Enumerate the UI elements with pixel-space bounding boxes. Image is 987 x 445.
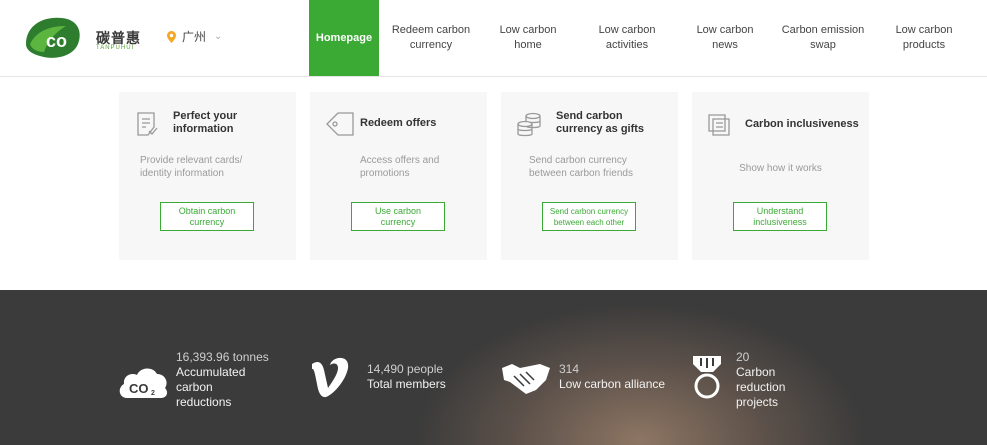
card-title: Redeem offers [360, 117, 437, 129]
card-title: Carbon inclusiveness [745, 118, 859, 130]
nav-low-carbon-news[interactable]: Low carbon news [684, 0, 766, 76]
card-description: Access offers and promotions [360, 155, 440, 179]
document-icon [708, 114, 730, 136]
stat-number: 20 [736, 350, 750, 364]
card-send-carbon-currency: Send carbon currency as gifts Send carbo… [501, 92, 678, 260]
stat-label: Carbon reduction projects [736, 365, 786, 409]
location-selector[interactable]: 广州 ⌄ [167, 28, 222, 45]
stat-label: Accumulated carbon reductions [176, 365, 246, 409]
card-description: Show how it works [739, 163, 822, 174]
nav-low-carbon-home[interactable]: Low carbon home [487, 0, 569, 76]
nav-low-carbon-activities[interactable]: Low carbon activities [584, 0, 670, 76]
card-carbon-inclusiveness: Carbon inclusiveness Show how it works U… [692, 92, 869, 260]
card-redeem-offers: Redeem offers Access offers and promotio… [310, 92, 487, 260]
tag-icon [326, 112, 354, 136]
v-icon [312, 357, 349, 398]
card-title: Perfect your information [173, 110, 238, 135]
svg-text:2: 2 [151, 390, 155, 397]
understand-inclusiveness-button[interactable]: Understand inclusiveness [733, 202, 827, 231]
svg-text:co: co [46, 31, 67, 51]
stats-banner: CO 2 16,393.96 tonnes Accumulated carbon … [0, 290, 987, 445]
top-navigation: co 碳普惠 TANPUHUI 广州 ⌄ Homepage Redeem car… [0, 0, 987, 77]
send-carbon-currency-button[interactable]: Send carbon currency between each other [542, 202, 636, 231]
medal-icon [693, 356, 721, 399]
location-pin-icon [167, 30, 176, 43]
nav-carbon-emission-swap[interactable]: Carbon emission swap [775, 0, 871, 76]
stat-label: Low carbon alliance [559, 377, 666, 391]
stat-number: 314 [559, 362, 580, 376]
stat-label: Total members [367, 377, 446, 391]
nav-redeem-carbon-currency[interactable]: Redeem carbon currency [384, 0, 478, 76]
location-label: 广州 [182, 30, 207, 44]
handshake-icon [502, 364, 550, 394]
card-description: Send carbon currency between carbon frie… [529, 155, 633, 179]
form-icon [137, 112, 158, 136]
svg-text:CO: CO [129, 381, 149, 396]
chevron-down-icon: ⌄ [214, 31, 223, 42]
obtain-carbon-currency-button[interactable]: Obtain carbon currency [160, 202, 254, 231]
card-description: Provide relevant cards/ identity informa… [140, 155, 243, 179]
co2-cloud-icon: CO 2 [119, 368, 168, 398]
card-title: Send carbon currency as gifts [556, 110, 645, 135]
stat-number: 16,393.96 tonnes [176, 350, 269, 364]
use-carbon-currency-button[interactable]: Use carbon currency [351, 202, 445, 231]
nav-homepage[interactable]: Homepage [309, 0, 379, 76]
nav-low-carbon-products[interactable]: Low carbon products [880, 0, 968, 76]
brand-subtitle: TANPUHUI [96, 45, 135, 51]
card-perfect-information: Perfect your information Provide relevan… [119, 92, 296, 260]
coins-icon [517, 112, 541, 137]
tanpuhui-logo-icon[interactable]: co [22, 14, 84, 60]
stat-number: 14,490 people [367, 362, 444, 376]
